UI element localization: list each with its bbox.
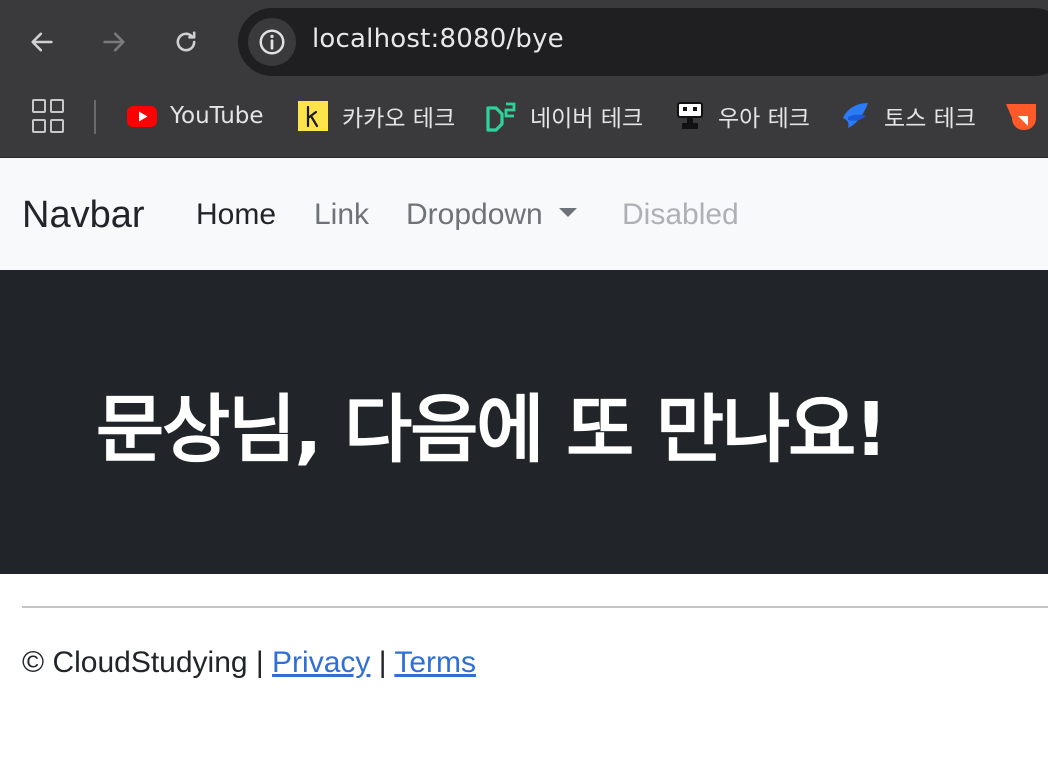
- caret-down-icon: [558, 207, 577, 217]
- naver-d2-icon: [486, 100, 518, 132]
- page-footer: © CloudStudying | Privacy | Terms: [22, 646, 476, 680]
- site-info-button[interactable]: [248, 18, 296, 66]
- reload-button[interactable]: [166, 22, 206, 62]
- nav-dropdown-toggle[interactable]: Dropdown: [406, 198, 577, 232]
- hero-title: 문상님, 다음에 또 만나요!: [96, 387, 888, 473]
- url-text[interactable]: localhost:8080/bye: [312, 24, 564, 54]
- privacy-link[interactable]: Privacy: [272, 646, 370, 679]
- bookmark-kakao-tech[interactable]: 카카오 테크: [298, 98, 455, 134]
- bookmark-label: 토스 테크: [884, 106, 976, 132]
- apps-grid-icon[interactable]: [32, 99, 68, 135]
- bookmark-toss-tech[interactable]: 토스 테크: [840, 98, 976, 134]
- back-button[interactable]: [22, 22, 62, 62]
- arrow-right-icon: [103, 32, 125, 52]
- terms-link[interactable]: Terms: [394, 646, 476, 679]
- youtube-icon: [126, 100, 158, 132]
- footer-divider: [22, 606, 1048, 608]
- bookmark-woowa-tech[interactable]: 우아 테크: [674, 98, 810, 134]
- kakao-tech-icon: [298, 100, 330, 132]
- nav-home-link[interactable]: Home: [196, 198, 276, 232]
- arrow-left-icon: [31, 32, 53, 52]
- toss-icon: [840, 100, 872, 132]
- bookmark-separator: [94, 100, 96, 134]
- reload-icon: [176, 31, 196, 52]
- footer-separator: |: [247, 646, 273, 679]
- bookmark-youtube[interactable]: YouTube: [126, 98, 264, 134]
- bookmark-label: 우아 테크: [718, 106, 810, 132]
- bookmark-label: 카카오 테크: [342, 106, 456, 132]
- bookmarks-bar: YouTube 카카오 테크 네이버 테크 우아 테크 토스 테크: [0, 84, 1048, 158]
- hero-section: 문상님, 다음에 또 만나요!: [0, 270, 1048, 574]
- address-bar[interactable]: localhost:8080/bye: [238, 8, 1048, 76]
- info-icon: [259, 29, 285, 55]
- nav-dropdown-label: Dropdown: [406, 198, 543, 231]
- navbar-brand[interactable]: Navbar: [22, 194, 145, 237]
- bookmark-overflow[interactable]: [1004, 98, 1048, 134]
- nav-disabled-link: Disabled: [622, 198, 739, 231]
- bookmark-label: 네이버 테크: [530, 106, 644, 132]
- bookmark-naver-tech[interactable]: 네이버 테크: [486, 98, 643, 134]
- nav-link[interactable]: Link: [314, 198, 369, 232]
- browser-toolbar: localhost:8080/bye: [0, 0, 1048, 84]
- page-navbar: Navbar Home Link Dropdown Disabled: [0, 158, 1048, 270]
- woowa-icon: [674, 100, 706, 132]
- footer-separator: |: [370, 646, 395, 679]
- orange-bookmark-icon: [1004, 100, 1036, 132]
- footer-copyright: © CloudStudying: [22, 646, 248, 679]
- forward-button[interactable]: [94, 22, 134, 62]
- bookmark-label: YouTube: [170, 103, 264, 129]
